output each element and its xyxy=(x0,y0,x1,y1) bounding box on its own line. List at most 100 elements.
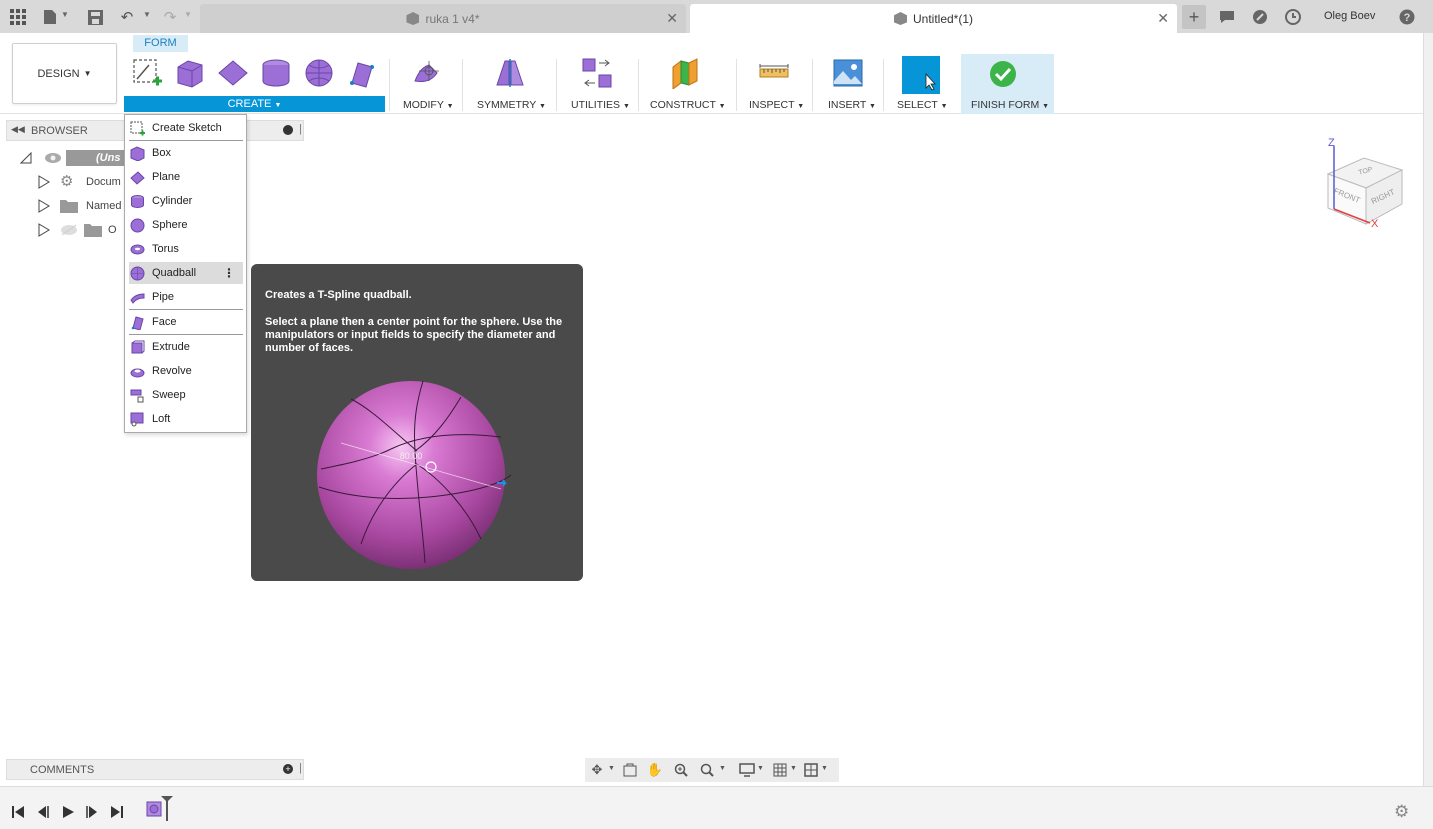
menu-item-loft[interactable]: Loft xyxy=(129,408,243,430)
go-to-end-icon[interactable] xyxy=(110,805,124,819)
tree-row-root[interactable]: (Uns xyxy=(20,148,126,168)
symmetry-group-button[interactable]: SYMMETRY ▼ xyxy=(477,99,546,111)
create-group-button[interactable]: CREATE ▼ xyxy=(124,96,385,112)
tab-form[interactable]: FORM xyxy=(133,35,188,52)
timeline-settings-gear-icon[interactable]: ⚙ xyxy=(1394,803,1410,820)
tree-row-document-settings[interactable]: ⚙ Docum xyxy=(38,172,121,192)
inspect-icon[interactable] xyxy=(758,57,790,89)
pan-hand-icon[interactable]: ✋ xyxy=(647,762,663,778)
tree-row-named-views[interactable]: Named xyxy=(38,196,121,216)
step-forward-icon[interactable] xyxy=(85,805,99,819)
select-group-button[interactable]: SELECT ▼ xyxy=(897,99,948,111)
panel-resize-handle-icon[interactable]: | xyxy=(299,123,302,135)
timeline-marker-icon[interactable] xyxy=(160,795,174,821)
modify-group-button[interactable]: MODIFY ▼ xyxy=(403,99,454,111)
collapse-triangle-icon[interactable] xyxy=(20,152,32,164)
zoom-icon[interactable] xyxy=(673,762,689,778)
step-back-icon[interactable] xyxy=(36,805,50,819)
toolbar-divider xyxy=(638,59,639,111)
insert-group-button[interactable]: INSERT ▼ xyxy=(828,99,876,111)
app-grid-icon[interactable] xyxy=(8,7,28,27)
redo-icon[interactable]: ↷ xyxy=(160,7,180,27)
undo-icon[interactable]: ↶ xyxy=(117,7,137,27)
utilities-icon[interactable] xyxy=(581,57,613,89)
document-tab-ruka[interactable]: ruka 1 v4* ✕ xyxy=(200,4,686,33)
menu-item-cylinder[interactable]: Cylinder xyxy=(129,190,243,212)
menu-item-quadball[interactable]: Quadball ⋮ xyxy=(129,262,243,284)
construct-icon[interactable] xyxy=(669,57,701,89)
visibility-eye-icon[interactable] xyxy=(44,152,62,164)
expand-triangle-icon[interactable] xyxy=(38,223,50,237)
add-comment-icon[interactable]: + xyxy=(283,764,293,774)
folder-icon xyxy=(84,224,102,237)
construct-group-button[interactable]: CONSTRUCT ▼ xyxy=(650,99,726,111)
document-tab-untitled[interactable]: Untitled*(1) ✕ xyxy=(690,4,1177,33)
menu-item-sphere[interactable]: Sphere xyxy=(129,214,243,236)
chat-icon[interactable] xyxy=(1217,7,1237,27)
save-icon[interactable] xyxy=(85,7,105,27)
more-options-icon[interactable]: ⋮ xyxy=(223,266,235,280)
hidden-eye-icon[interactable] xyxy=(60,224,78,236)
fit-zoom-icon[interactable] xyxy=(699,762,715,778)
menu-item-sweep[interactable]: Sweep xyxy=(129,384,243,406)
tree-row-origin[interactable]: O xyxy=(38,220,117,240)
finish-form-check-icon[interactable] xyxy=(989,60,1017,88)
cylinder-icon xyxy=(131,194,144,208)
file-icon[interactable] xyxy=(40,7,60,27)
close-tab-icon[interactable]: ✕ xyxy=(1157,10,1169,27)
menu-item-box[interactable]: Box xyxy=(129,142,243,164)
expand-triangle-icon[interactable] xyxy=(38,199,50,213)
caret-down-icon[interactable]: ▼ xyxy=(790,765,797,772)
insert-image-icon[interactable] xyxy=(832,57,864,89)
look-at-icon[interactable] xyxy=(622,762,638,778)
box-icon[interactable] xyxy=(174,57,206,89)
menu-item-revolve[interactable]: Revolve xyxy=(129,360,243,382)
symmetry-icon[interactable] xyxy=(494,57,526,89)
viewports-icon[interactable] xyxy=(803,762,819,778)
create-sketch-icon[interactable] xyxy=(131,57,163,89)
workspace-switcher-button[interactable]: DESIGN ▼ xyxy=(12,43,117,104)
play-icon[interactable] xyxy=(61,805,75,819)
menu-item-pipe[interactable]: Pipe xyxy=(129,286,243,308)
help-icon[interactable]: ? xyxy=(1397,7,1417,27)
job-status-icon[interactable] xyxy=(1283,7,1303,27)
finish-form-button[interactable]: FINISH FORM ▼ xyxy=(971,99,1049,111)
cylinder-icon[interactable] xyxy=(260,57,292,89)
close-tab-icon[interactable]: ✕ xyxy=(666,10,678,27)
menu-item-create-sketch[interactable]: Create Sketch xyxy=(129,117,243,139)
select-icon[interactable] xyxy=(902,56,940,94)
go-to-start-icon[interactable] xyxy=(11,805,25,819)
menu-item-torus[interactable]: Torus xyxy=(129,238,243,260)
caret-down-icon[interactable]: ▼ xyxy=(608,765,615,772)
menu-item-face[interactable]: Face xyxy=(129,311,243,333)
display-settings-icon[interactable] xyxy=(739,762,755,778)
face-icon xyxy=(131,315,144,330)
panel-resize-handle-icon[interactable]: | xyxy=(299,762,302,774)
face-icon[interactable] xyxy=(346,57,378,89)
grid-settings-icon[interactable] xyxy=(772,762,788,778)
redo-caret-icon[interactable]: ▼ xyxy=(184,10,192,19)
menu-item-extrude[interactable]: Extrude xyxy=(129,336,243,358)
collapse-panel-icon[interactable]: ◀◀ xyxy=(11,124,25,135)
comments-panel-header[interactable]: COMMENTS + | xyxy=(6,759,304,780)
browser-minus-icon[interactable] xyxy=(283,125,293,135)
plane-icon[interactable] xyxy=(217,57,249,89)
file-menu-caret-icon[interactable]: ▼ xyxy=(61,10,69,19)
undo-caret-icon[interactable]: ▼ xyxy=(143,10,151,19)
caret-down-icon[interactable]: ▼ xyxy=(757,765,764,772)
extensions-icon[interactable] xyxy=(1250,7,1270,27)
new-tab-button[interactable]: + xyxy=(1182,5,1206,29)
modify-icon[interactable] xyxy=(411,57,443,89)
orbit-icon[interactable]: ✥ xyxy=(589,762,605,778)
menu-item-plane[interactable]: Plane xyxy=(129,166,243,188)
user-name[interactable]: Oleg Boev xyxy=(1324,10,1375,22)
caret-down-icon[interactable]: ▼ xyxy=(719,765,726,772)
quadball-icon[interactable] xyxy=(303,57,335,89)
timeline-bar: ⚙ xyxy=(0,786,1433,829)
menu-divider xyxy=(129,334,243,335)
utilities-group-button[interactable]: UTILITIES ▼ xyxy=(571,99,630,111)
expand-triangle-icon[interactable] xyxy=(38,175,50,189)
inspect-group-button[interactable]: INSPECT ▼ xyxy=(749,99,804,111)
view-cube[interactable]: TOP FRONT RIGHT Z X xyxy=(1318,134,1408,229)
caret-down-icon[interactable]: ▼ xyxy=(821,765,828,772)
